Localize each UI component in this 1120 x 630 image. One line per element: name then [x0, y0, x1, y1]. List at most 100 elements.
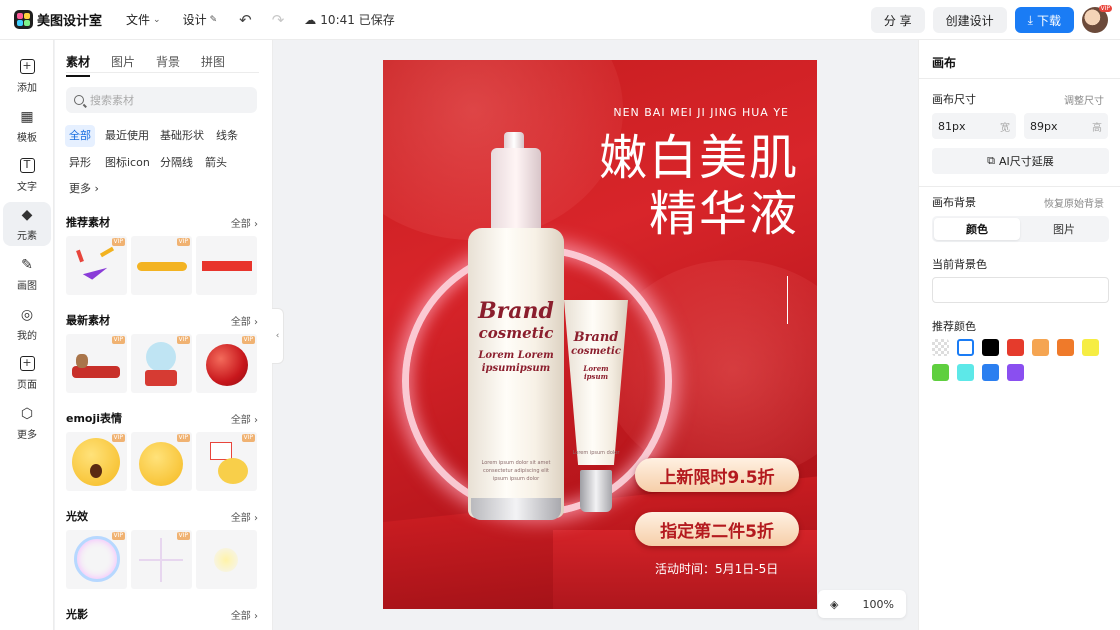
asset-thumb-sparkle[interactable]: VIP: [131, 530, 192, 589]
draw-icon: ✎: [21, 256, 33, 273]
canvas-size-label: 画布尺寸: [932, 93, 976, 106]
layers-icon[interactable]: ◈: [830, 598, 838, 611]
download-label: 下载: [1036, 13, 1061, 28]
collapse-panel-button[interactable]: ‹: [272, 308, 284, 364]
design-menu[interactable]: 设计 ✎: [183, 11, 218, 28]
section-title: emoji表情: [66, 412, 123, 425]
restore-bg-link[interactable]: 恢复原始背景: [1044, 195, 1104, 210]
vip-badge: VIP: [1098, 5, 1112, 12]
color-swatch[interactable]: [1082, 339, 1099, 356]
width-field[interactable]: 81px 宽: [932, 113, 1016, 139]
color-swatch[interactable]: [957, 339, 974, 356]
bottle-cosmetic: cosmetic: [478, 324, 554, 342]
asset-thumb-party-popper[interactable]: VIP: [66, 236, 127, 295]
color-swatch[interactable]: [1032, 339, 1049, 356]
tab-color[interactable]: 颜色: [934, 218, 1020, 240]
see-all-link[interactable]: 全部 ›: [231, 215, 258, 230]
asset-thumb-snow-globe[interactable]: VIP: [131, 334, 192, 393]
serum-bottle: Brand cosmetic Lorem Lorem ipsumipsum Lo…: [468, 132, 564, 520]
see-all-link[interactable]: 全部 ›: [231, 411, 258, 426]
chip-more[interactable]: 更多 ›: [65, 178, 103, 200]
rail-item-template[interactable]: ▦ 模板: [3, 104, 51, 148]
section-title: 光影: [66, 608, 88, 621]
asset-thumb-glow[interactable]: [196, 530, 257, 589]
create-design-button[interactable]: 创建设计: [932, 7, 1007, 33]
rail-item-add[interactable]: + 添加: [3, 54, 51, 98]
share-button[interactable]: 分 享: [870, 7, 925, 33]
height-field[interactable]: 89px 高: [1024, 113, 1108, 139]
canvas-bg-label: 画布背景: [932, 196, 976, 209]
download-button[interactable]: ⤓ 下载: [1014, 7, 1074, 33]
see-all-link[interactable]: 全部 ›: [231, 313, 258, 328]
asset-thumb-emoji-chick[interactable]: VIP: [196, 432, 257, 491]
vip-badge: VIP: [111, 238, 125, 246]
redo-icon[interactable]: ↷: [272, 11, 285, 29]
panel-title: 画布: [932, 56, 957, 70]
rail-label: 页面: [17, 379, 37, 391]
search-input[interactable]: 搜索素材: [66, 87, 257, 113]
asset-thumb-apple[interactable]: VIP: [196, 334, 257, 393]
rail-item-text[interactable]: T 文字: [3, 153, 51, 197]
color-swatch[interactable]: [1007, 339, 1024, 356]
color-swatch[interactable]: [1057, 339, 1074, 356]
tab-backgrounds[interactable]: 背景: [156, 53, 180, 77]
asset-thumb-yellow-stroke[interactable]: VIP: [131, 236, 192, 295]
tab-collage[interactable]: 拼图: [201, 53, 225, 77]
avatar[interactable]: VIP: [1082, 5, 1112, 33]
adjust-size-link[interactable]: 调整尺寸: [1064, 92, 1104, 107]
vip-badge: VIP: [176, 238, 190, 246]
design-canvas[interactable]: Brand cosmetic Lorem Lorem ipsumipsum Lo…: [383, 60, 817, 609]
rail-item-element[interactable]: ◆ 元素: [3, 202, 51, 246]
chip-all[interactable]: 全部: [65, 125, 95, 147]
see-all-link[interactable]: 全部 ›: [231, 509, 258, 524]
chip-recent[interactable]: 最近使用: [101, 125, 153, 147]
vip-badge: VIP: [176, 336, 190, 344]
chevron-down-icon: ⌄: [153, 14, 161, 25]
recommended-colors-label: 推荐颜色: [932, 320, 976, 333]
rail-label: 元素: [17, 230, 37, 242]
color-swatch[interactable]: [1007, 364, 1024, 381]
chip-dividers[interactable]: 分隔线: [156, 152, 197, 174]
zoom-control[interactable]: ◈ 100%: [818, 590, 906, 618]
tab-images[interactable]: 图片: [111, 53, 135, 77]
see-all-label: 全部: [230, 512, 251, 524]
asset-thumb-red-bar[interactable]: [196, 236, 257, 295]
vip-badge: VIP: [241, 434, 255, 442]
asset-thumb-emoji-thinking[interactable]: VIP: [131, 432, 192, 491]
see-all-label: 全部: [230, 414, 251, 426]
chip-basic-shapes[interactable]: 基础形状: [156, 125, 208, 147]
rail-item-page[interactable]: + 页面: [3, 351, 51, 395]
see-all-label: 全部: [230, 316, 251, 328]
color-swatch[interactable]: [932, 339, 949, 356]
color-swatch[interactable]: [957, 364, 974, 381]
file-menu[interactable]: 文件 ⌄: [126, 11, 161, 28]
tab-materials[interactable]: 素材: [66, 53, 91, 77]
asset-thumb-emoji-shocked[interactable]: VIP: [66, 432, 127, 491]
element-icon: ◆: [21, 206, 33, 223]
asset-thumb-bubble[interactable]: VIP: [66, 530, 127, 589]
color-swatch[interactable]: [982, 364, 999, 381]
chip-lines[interactable]: 线条: [212, 125, 242, 147]
app-logo[interactable]: 美图设计室: [14, 10, 102, 29]
ai-extend-button[interactable]: ⧉ AI尺寸延展: [932, 148, 1109, 174]
asset-thumb-sleigh[interactable]: VIP: [66, 334, 127, 393]
chip-arrows[interactable]: 箭头: [201, 152, 231, 174]
bottle-ipsum: ipsumipsum: [481, 363, 551, 374]
vip-badge: VIP: [241, 336, 255, 344]
chip-icons[interactable]: 图标icon: [101, 152, 154, 174]
color-swatch[interactable]: [932, 364, 949, 381]
current-bg-color[interactable]: [932, 277, 1109, 303]
color-swatch[interactable]: [982, 339, 999, 356]
ai-extend-icon: ⧉: [987, 154, 996, 167]
rail-item-more[interactable]: ⬡ 更多: [3, 401, 51, 445]
undo-icon[interactable]: ↶: [239, 11, 252, 29]
see-all-link[interactable]: 全部 ›: [231, 607, 258, 622]
chip-irregular[interactable]: 异形: [65, 152, 95, 174]
tab-image[interactable]: 图片: [1021, 218, 1107, 240]
tube-brand: Brand: [573, 330, 619, 345]
height-value: 89px: [1030, 119, 1058, 133]
section-title: 最新素材: [66, 314, 110, 327]
template-icon: ▦: [20, 108, 34, 125]
rail-item-mine[interactable]: ◎ 我的: [3, 302, 51, 346]
rail-item-draw[interactable]: ✎ 画图: [3, 252, 51, 296]
